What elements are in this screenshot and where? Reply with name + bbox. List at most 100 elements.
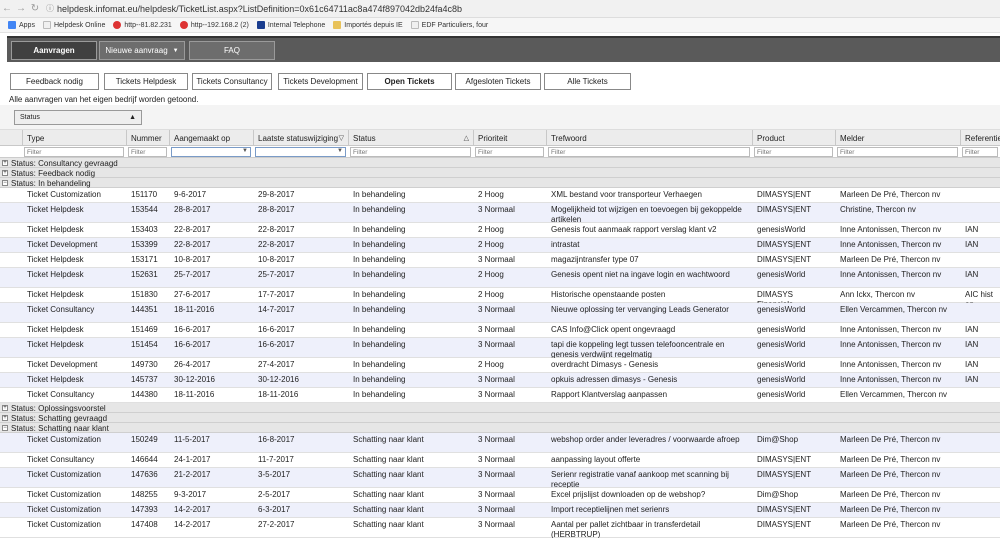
bookmark-folder-ie[interactable]: Importés depuis IE [333,21,403,29]
cell-prioriteit: 2 Hoog [478,240,504,249]
back-icon[interactable]: ← [0,2,14,16]
cell-prioriteit: 3 Normaal [478,505,515,514]
cell-prioriteit: 3 Normaal [478,255,515,264]
table-row[interactable]: Ticket Customization 147408 14-2-2017 27-2-… [0,518,1000,538]
nav-nieuwe-aanvraag[interactable]: Nieuwe aanvraag ▼ [99,41,185,60]
table-row[interactable]: Ticket Helpdesk 151830 27-6-2017 17-7-2017 I… [0,288,1000,303]
cell-prioriteit: 2 Hoog [478,290,504,299]
column-header-laatste-statuswijziging[interactable]: Laatste statuswijziging ▽ [253,130,348,146]
table-row[interactable]: Ticket Development 149730 26-4-2017 27-4-20… [0,358,1000,373]
column-header-aangemaakt-op[interactable]: Aangemaakt op [169,130,253,146]
cell-aangemaakt-op: 11-5-2017 [174,435,210,444]
cell-nummer: 153399 [131,240,158,249]
nav-faq[interactable]: FAQ [189,41,275,60]
column-header-type[interactable]: Type [22,130,126,146]
cell-prioriteit: 3 Normaal [478,375,515,384]
table-row[interactable]: Ticket Helpdesk 151454 16-6-2017 16-6-2017 I… [0,338,1000,358]
filter-input-trefwoord[interactable] [548,147,750,157]
expand-icon[interactable]: + [2,170,8,176]
filter-input-nummer[interactable] [128,147,167,157]
group-row[interactable]: − Status: Schatting naar klant [0,423,1000,433]
cell-referentie: IAN [965,225,979,234]
group-chip-status[interactable]: Status ▲ [14,110,142,125]
table-row[interactable]: Ticket Helpdesk 153171 10-8-2017 10-8-2017 I… [0,253,1000,268]
table-row[interactable]: Ticket Customization 147393 14-2-2017 6-3-2… [0,503,1000,518]
tab-alle-tickets[interactable]: Alle Tickets [544,73,631,90]
table-row[interactable]: Ticket Helpdesk 152631 25-7-2017 25-7-2017 I… [0,268,1000,288]
group-row[interactable]: + Status: Consultancy gevraagd [0,158,1000,168]
cell-trefwoord: overdracht Dimasys - Genesis [551,360,659,369]
filter-input-referentie[interactable] [962,147,998,157]
column-header-nummer[interactable]: Nummer [126,130,169,146]
cell-nummer: 151454 [131,340,158,349]
filter-input-type[interactable] [24,147,124,157]
expand-icon[interactable]: + [2,160,8,166]
sort-ascending-icon: ▲ [129,114,136,121]
cell-product: DIMASYS|ENT [757,240,812,249]
table-row[interactable]: Ticket Customization 150249 11-5-2017 16-8-… [0,433,1000,453]
cell-prioriteit: 3 Normaal [478,455,515,464]
cell-product: Dim@Shop [757,490,799,499]
group-row[interactable]: + Status: Schatting gevraagd [0,413,1000,423]
tab-tickets-helpdesk[interactable]: Tickets Helpdesk [104,73,188,90]
reload-icon[interactable]: ↻ [28,2,42,16]
filter-date-aangemaakt-op[interactable]: ▼ [171,147,251,157]
table-row[interactable]: Ticket Customization 148255 9-3-2017 2-5-20… [0,488,1000,503]
cell-product: genesisWorld [757,360,806,369]
filter-input-product[interactable] [754,147,833,157]
cell-melder: Inne Antonissen, Thercon nv [840,240,942,249]
table-row[interactable]: Ticket Helpdesk 153544 28-8-2017 28-8-2017 I… [0,203,1000,223]
expand-icon[interactable]: + [2,405,8,411]
filter-input-status[interactable] [350,147,471,157]
page-icon [42,21,51,29]
table-row[interactable]: Ticket Helpdesk 153403 22-8-2017 22-8-2017 I… [0,223,1000,238]
bookmark-helpdesk-online[interactable]: Helpdesk Online [42,21,105,29]
tab-feedback-nodig[interactable]: Feedback nodig [10,73,99,90]
bookmark-edf[interactable]: EDF Particuliers, four [410,21,488,29]
table-row[interactable]: Ticket Customization 151170 9-6-2017 29-8-2… [0,188,1000,203]
column-header-trefwoord[interactable]: Trefwoord [546,130,752,146]
column-header-melder[interactable]: Melder [835,130,960,146]
forward-icon[interactable]: → [14,2,28,16]
table-row[interactable]: Ticket Helpdesk 151469 16-6-2017 16-6-2017 I… [0,323,1000,338]
table-row[interactable]: Ticket Consultancy 144351 18-11-2016 14-7-2… [0,303,1000,323]
url-field[interactable]: ⓘ helpdesk.infomat.eu/helpdesk/TicketLis… [46,3,462,14]
column-header-prioriteit[interactable]: Prioriteit [473,130,546,146]
bookmark-apps[interactable]: Apps [8,21,35,29]
cell-melder: Marleen De Pré, Thercon nv [840,490,941,499]
collapse-icon[interactable]: − [2,180,8,186]
bookmark-http-192[interactable]: http--192.168.2 (2) [179,21,249,29]
filter-date-laatste-statuswijziging[interactable]: ▼ [255,147,346,157]
column-header-product[interactable]: Product [752,130,835,146]
cell-status: In behandeling [353,390,406,399]
tab-tickets-consultancy[interactable]: Tickets Consultancy [192,73,272,90]
group-row[interactable]: − Status: In behandeling [0,178,1000,188]
cell-aangemaakt-op: 22-8-2017 [174,225,211,234]
tab-open-tickets[interactable]: Open Tickets [367,73,452,90]
column-header-status[interactable]: Status △ [348,130,473,146]
tab-tickets-development[interactable]: Tickets Development [278,73,363,90]
collapse-icon[interactable]: − [2,425,8,431]
group-row[interactable]: + Status: Feedback nodig [0,168,1000,178]
table-row[interactable]: Ticket Consultancy 144380 18-11-2016 18-11-… [0,388,1000,403]
filter-input-prioriteit[interactable] [475,147,544,157]
tab-afgesloten-tickets[interactable]: Afgesloten Tickets [455,73,541,90]
bookmark-internal-telephone[interactable]: Internal Telephone [256,21,325,29]
bookmark-http-81[interactable]: http--81.82.231 [113,21,172,29]
group-row[interactable]: + Status: Oplossingsvoorstel [0,403,1000,413]
cell-aangemaakt-op: 27-6-2017 [174,290,211,299]
filter-input-melder[interactable] [837,147,958,157]
table-row[interactable]: Ticket Helpdesk 145737 30-12-2016 30-12-201… [0,373,1000,388]
expand-icon[interactable]: + [2,415,8,421]
table-row[interactable]: Ticket Development 153399 22-8-2017 22-8-20… [0,238,1000,253]
cell-status: In behandeling [353,340,406,349]
column-header-referentie[interactable]: Referentie [960,130,1000,146]
cell-melder: Inne Antonissen, Thercon nv [840,340,942,349]
cell-nummer: 151170 [131,190,158,199]
cell-status: In behandeling [353,325,406,334]
table-row[interactable]: Ticket Customization 147636 21-2-2017 3-5-2… [0,468,1000,488]
nav-aanvragen[interactable]: Aanvragen [11,41,97,60]
cell-nummer: 152631 [131,270,158,279]
table-row[interactable]: Ticket Consultancy 146644 24-1-2017 11-7-20… [0,453,1000,468]
cell-laatste-statuswijziging: 6-3-2017 [258,505,291,514]
